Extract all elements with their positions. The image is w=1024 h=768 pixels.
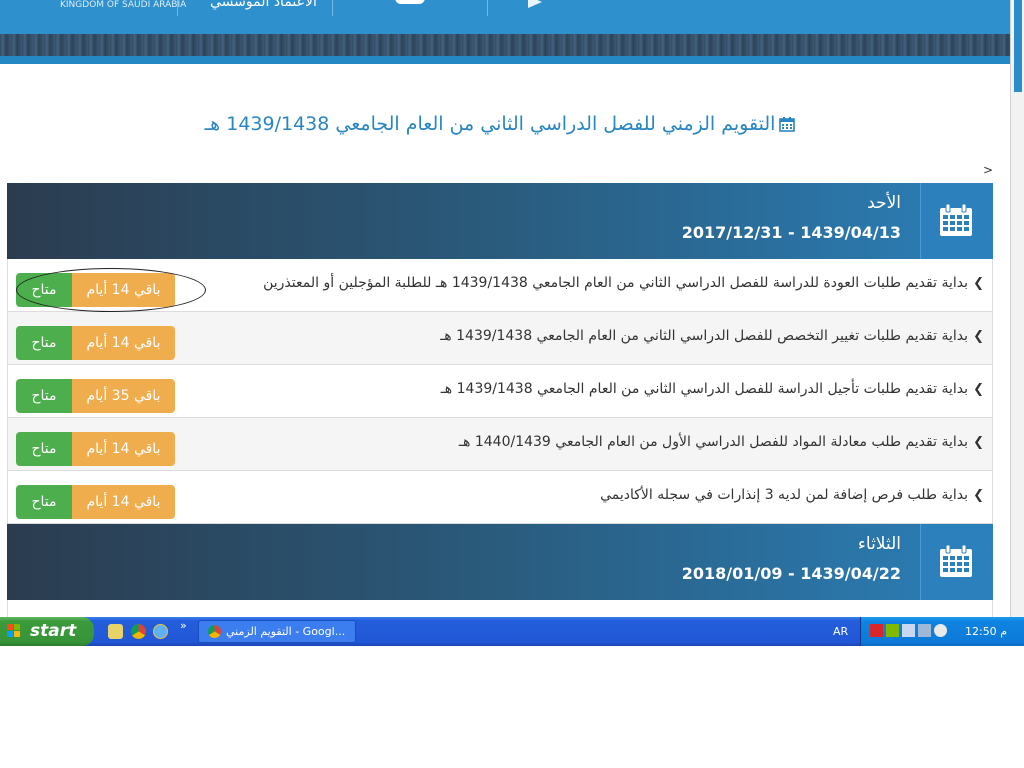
day-name: الثلاثاء: [857, 534, 901, 554]
item-text[interactable]: بداية تقديم طلبات تغيير التخصص للفصل الد…: [440, 328, 968, 344]
clock[interactable]: 12:50 م: [965, 625, 1007, 638]
status-button[interactable]: متاح: [16, 326, 72, 360]
network-icon[interactable]: [886, 624, 899, 637]
list-item[interactable]: ❮ بداية تقديم طلبات تغيير التخصص للفصل ا…: [7, 312, 993, 365]
item-text[interactable]: بداية تقديم طلبات تأجيل الدراسة للفصل ال…: [441, 381, 968, 397]
remaining-days-badge[interactable]: باقي 14 أيام: [72, 432, 175, 466]
status-button[interactable]: متاح: [16, 432, 72, 466]
display-icon[interactable]: [902, 624, 915, 637]
remaining-days-badge[interactable]: باقي 14 أيام: [72, 326, 175, 360]
header-top-bar: KINGDOM OF SAUDI ARABIA الاعتماد الموسسي: [0, 0, 1010, 34]
site-header: KINGDOM OF SAUDI ARABIA الاعتماد الموسسي: [0, 0, 1010, 64]
chevron-left-icon: ❮: [973, 382, 984, 397]
start-label: start: [30, 621, 77, 641]
header-bottom-border: [0, 56, 1010, 64]
header-separator: [487, 0, 488, 16]
day-date: 2018/01/09 - 1439/04/22: [681, 564, 901, 583]
taskbar-window-label: التقويم الزمني - Googl...: [226, 625, 346, 638]
chevron-left-icon: ❮: [973, 435, 984, 450]
taskbar-window-button[interactable]: التقويم الزمني - Googl...: [198, 620, 356, 643]
header-separator: [332, 0, 333, 16]
header-nav-icon[interactable]: [395, 0, 425, 4]
list-item[interactable]: ❮ بداية تقديم طلبات تأجيل الدراسة للفصل …: [7, 365, 993, 418]
ati-icon[interactable]: [870, 624, 883, 637]
browser-viewport: KINGDOM OF SAUDI ARABIA الاعتماد الموسسي…: [0, 0, 1024, 617]
chevron-left-icon: ❮: [973, 488, 984, 503]
user-icon[interactable]: [108, 624, 123, 639]
scrollbar-thumb[interactable]: [1014, 0, 1022, 92]
calendar-icon: [940, 544, 972, 577]
calendar-list: الأحد 2017/12/31 - 1439/04/13 ❮ بداية تق…: [7, 183, 993, 617]
header-banner-image: [0, 34, 1010, 56]
day-header: الأحد 2017/12/31 - 1439/04/13: [7, 183, 993, 259]
volume-icon[interactable]: [918, 624, 931, 637]
day-icon-box: [920, 183, 993, 259]
start-button[interactable]: start: [0, 617, 94, 646]
page-title: التقويم الزمني للفصل الدراسي الثاني من ا…: [0, 113, 1000, 135]
remaining-days-badge[interactable]: باقي 14 أيام: [72, 485, 175, 519]
gt-mark: >: [983, 163, 994, 177]
day-icon-box: [920, 524, 993, 600]
item-text[interactable]: بداية تقديم طلبات العودة للدراسة للفصل ا…: [263, 275, 968, 291]
language-indicator[interactable]: AR: [833, 625, 848, 638]
header-logo-small-text: KINGDOM OF SAUDI ARABIA: [60, 0, 187, 10]
page-title-text: التقويم الزمني للفصل الدراسي الثاني من ا…: [204, 113, 776, 135]
day-header: الثلاثاء 2018/01/09 - 1439/04/22: [7, 524, 993, 600]
system-tray: 12:50 م: [860, 617, 1024, 646]
windows-taskbar: start » التقويم الزمني - Googl... AR 12:…: [0, 617, 1024, 646]
list-item[interactable]: ❮ بداية تقديم طلب معادلة المواد للفصل ال…: [7, 418, 993, 471]
day-name: الأحد: [867, 193, 901, 213]
chevron-left-icon: ❮: [973, 276, 984, 291]
item-text[interactable]: بداية تقديم طلب معادلة المواد للفصل الدر…: [459, 434, 968, 450]
status-button[interactable]: متاح: [16, 485, 72, 519]
quicklaunch-more-icon[interactable]: »: [180, 619, 187, 632]
calendar-icon: [940, 203, 972, 236]
windows-logo-icon: [7, 624, 20, 637]
header-logo-arabic[interactable]: الاعتماد الموسسي: [210, 0, 317, 10]
settings-icon[interactable]: [934, 624, 947, 637]
internet-explorer-icon[interactable]: [153, 624, 168, 639]
list-item[interactable]: [7, 600, 993, 617]
list-item[interactable]: ❮ بداية طلب فرص إضافة لمن لديه 3 إنذارات…: [7, 471, 993, 524]
remaining-days-badge[interactable]: باقي 35 أيام: [72, 379, 175, 413]
status-button[interactable]: متاح: [16, 379, 72, 413]
chevron-left-icon: ❮: [973, 329, 984, 344]
header-separator: [177, 0, 178, 16]
item-text[interactable]: بداية طلب فرص إضافة لمن لديه 3 إنذارات ف…: [600, 487, 968, 503]
vertical-scrollbar[interactable]: [1010, 0, 1024, 617]
header-arrow-icon: [528, 0, 542, 8]
chrome-icon[interactable]: [131, 624, 146, 639]
calendar-icon: [779, 117, 796, 132]
day-date: 2017/12/31 - 1439/04/13: [681, 223, 901, 242]
chrome-icon: [208, 625, 221, 638]
annotation-ellipse: [16, 268, 206, 312]
